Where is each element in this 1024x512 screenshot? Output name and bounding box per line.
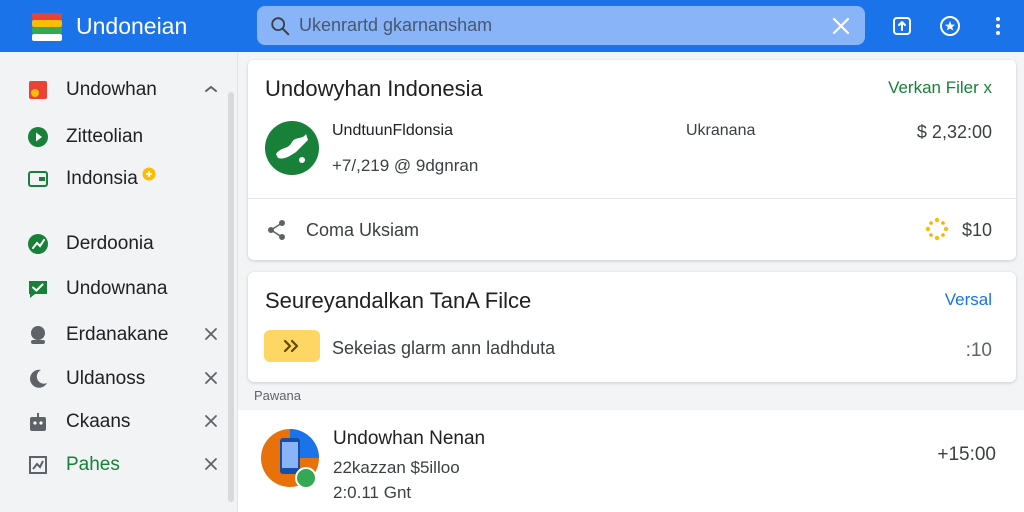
brand[interactable]: Undoneian <box>0 10 255 42</box>
row-sub: +7/,219 @ 9dgnran <box>332 156 479 175</box>
detail-card: Seureyandalkan TanA Filce Versal Sekeias… <box>248 272 1016 382</box>
star-button[interactable] <box>934 10 966 42</box>
sidebar-item-label: Undowhan <box>66 79 157 100</box>
footer-label: Coma Uksiam <box>306 220 420 240</box>
chevron-up-icon[interactable] <box>202 80 220 98</box>
share-box-button[interactable] <box>886 10 918 42</box>
row-middle: Ukranana <box>686 122 756 139</box>
list-item-sub1: 22kazzan $5illoo <box>333 458 460 477</box>
detail-value: :10 <box>965 340 992 361</box>
card-title: Undowyhan Indonesia <box>265 76 483 101</box>
map-avatar-icon <box>265 121 319 175</box>
sidebar-item-label: Zitteolian <box>66 126 144 147</box>
close-icon[interactable] <box>202 369 220 387</box>
app-bar: Undoneian <box>0 0 1024 52</box>
card-version-link[interactable]: Versal <box>945 290 992 310</box>
detail-label: Sekeias glarm ann ladhduta <box>332 338 556 358</box>
row-name: UndtuunFldonsia <box>332 122 453 139</box>
play-circle-icon <box>26 125 50 149</box>
books-logo-icon <box>30 10 66 42</box>
search-icon[interactable] <box>269 15 291 37</box>
list-item[interactable]: Undowhan Nenan 22kazzan $5illoo 2:0.11 G… <box>238 410 1024 512</box>
badge-dot-icon <box>142 167 156 181</box>
moon-icon <box>26 367 50 391</box>
star-circle-icon <box>940 16 960 36</box>
list-item-sub2: 2:0.11 Gnt <box>333 483 412 502</box>
list-item-title: Undowhan Nenan <box>333 428 486 449</box>
close-icon[interactable] <box>202 412 220 430</box>
fast-forward-icon[interactable] <box>264 330 320 362</box>
chart-circle-icon <box>26 232 50 256</box>
row-amount: $ 2,32:00 <box>916 122 992 142</box>
footer-value: $10 <box>961 220 992 240</box>
sidebar-item-zitteolian[interactable]: Zitteolian <box>26 119 226 155</box>
flag-icon <box>26 78 50 102</box>
card-title: Seureyandalkan TanA Filce <box>265 288 532 313</box>
more-vert-icon <box>996 17 1000 35</box>
card-divider <box>248 198 1016 199</box>
sidebar-item-label: Indonsia <box>66 168 138 189</box>
search-bar[interactable] <box>257 6 865 45</box>
sidebar-item-undownana[interactable]: Undownana <box>26 271 226 307</box>
search-input[interactable] <box>299 15 829 36</box>
sidebar-item-indonsia[interactable]: Indonsia <box>26 161 226 197</box>
robot-icon <box>26 410 50 434</box>
section-label: Pawana <box>254 388 301 403</box>
wallet-icon <box>26 167 50 191</box>
close-icon[interactable] <box>202 325 220 343</box>
list-item-amount: +15:00 <box>937 444 996 465</box>
phone-avatar-icon <box>261 429 319 489</box>
sidebar-item-erdanakane[interactable]: Erdanakane <box>26 317 226 353</box>
sidebar-item-label: Undownana <box>66 278 168 299</box>
close-icon[interactable] <box>829 14 853 38</box>
sidebar-item-label: Erdanakane <box>66 324 169 345</box>
share-box-icon <box>893 17 911 35</box>
appbar-actions <box>886 0 1014 52</box>
sidebar-item-pahes[interactable]: Pahes <box>26 447 226 483</box>
sparkle-icon <box>925 217 949 241</box>
person-icon <box>26 323 50 347</box>
card-filter-link[interactable]: Verkan Filer x <box>888 78 992 98</box>
share-icon[interactable] <box>266 219 288 241</box>
main-content: Undowyhan Indonesia Verkan Filer x Undtu… <box>238 52 1024 512</box>
sidebar-item-label: Derdoonia <box>66 233 154 254</box>
app-title: Undoneian <box>76 12 188 39</box>
sidebar-scrollbar[interactable] <box>228 92 234 502</box>
more-options-button[interactable] <box>982 10 1014 42</box>
sidebar-item-label: Uldanoss <box>66 368 146 389</box>
sidebar: Undowhan Zitteolian Indonsia Derdoonia U… <box>0 52 238 512</box>
sidebar-item-ckaans[interactable]: Ckaans <box>26 404 226 440</box>
close-icon[interactable] <box>202 455 220 473</box>
sidebar-item-label: Pahes <box>66 454 120 475</box>
sidebar-item-label: Ckaans <box>66 411 131 432</box>
growth-icon <box>26 453 50 477</box>
summary-card: Undowyhan Indonesia Verkan Filer x Undtu… <box>248 60 1016 260</box>
sidebar-item-uldanoss[interactable]: Uldanoss <box>26 361 226 397</box>
chat-check-icon <box>26 277 50 301</box>
sidebar-item-derdoonia[interactable]: Derdoonia <box>26 226 226 262</box>
sidebar-item-undowhan[interactable]: Undowhan <box>26 72 226 108</box>
